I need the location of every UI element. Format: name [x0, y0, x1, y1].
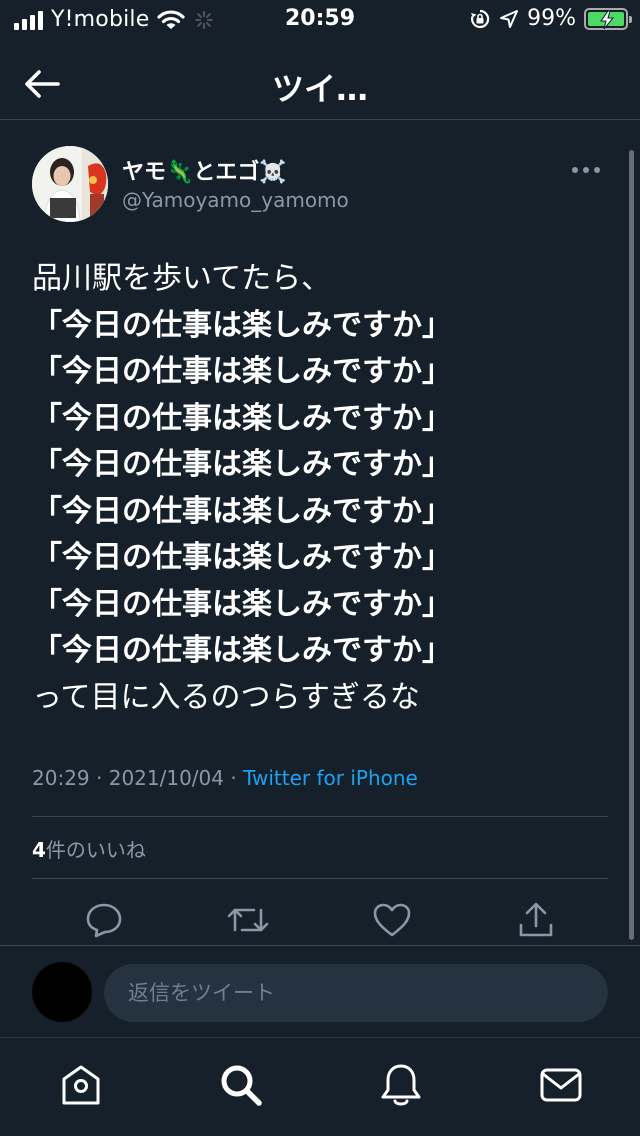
tweet-line: 「今日の仕事は楽しみですか」: [32, 307, 452, 343]
tab-bar: [0, 1040, 640, 1136]
avatar: [32, 962, 92, 1022]
tweet-meta: 20:29 · 2021/10/04 · Twitter for iPhone: [32, 766, 418, 790]
scrollbar[interactable]: [629, 150, 634, 940]
reply-icon: [86, 903, 122, 938]
tweet-line: 「今日の仕事は楽しみですか」: [32, 540, 452, 575]
tweet-actions: [0, 892, 640, 946]
tweet-time: 20:29: [32, 766, 90, 790]
tweet-detail-screen: Y!mobile 20:59 99% ツイ… ヤモ🦎とエゴ☠️ @Yamoyam…: [0, 0, 640, 1136]
tweet-line: 「今日の仕事は楽しみですか」: [32, 354, 452, 389]
reply-button[interactable]: [82, 898, 126, 942]
divider: [32, 816, 608, 817]
tweet-line: 「今日の仕事は楽しみですか」: [32, 493, 452, 529]
tab-home[interactable]: [56, 1060, 106, 1110]
meta-separator: ·: [224, 766, 244, 790]
status-right: 99%: [469, 6, 632, 31]
likes-count: 4: [32, 838, 46, 862]
status-bar: Y!mobile 20:59 99%: [0, 0, 640, 40]
page-title: ツイ…: [271, 70, 368, 108]
tweet-line: 「今日の仕事は楽しみですか」: [32, 400, 452, 436]
share-icon: [519, 902, 553, 937]
tweet-source-link[interactable]: Twitter for iPhone: [243, 766, 418, 790]
divider: [32, 878, 608, 879]
tweet-text: 品川駅を歩いてたら、 「今日の仕事は楽しみですか」 「今日の仕事は楽しみですか」…: [32, 256, 612, 721]
top-nav: ツイ…: [0, 50, 640, 120]
battery-percent: 99%: [527, 6, 576, 31]
tweet-date: 2021/10/04: [108, 766, 224, 790]
like-button[interactable]: [370, 898, 414, 942]
tab-search[interactable]: [216, 1060, 266, 1110]
tab-messages[interactable]: [536, 1060, 586, 1110]
tweet-header: ヤモ🦎とエゴ☠️ @Yamoyamo_yamomo: [32, 146, 612, 224]
more-horizontal-icon: [572, 167, 578, 173]
orientation-lock-icon: [471, 9, 490, 28]
user-handle[interactable]: @Yamoyamo_yamomo: [122, 188, 349, 212]
tab-notifications[interactable]: [376, 1060, 426, 1110]
likes-summary[interactable]: 4件のいいね: [32, 834, 146, 863]
reply-input[interactable]: [104, 964, 608, 1022]
retweet-icon: [227, 908, 269, 932]
avatar[interactable]: [32, 146, 108, 222]
retweet-button[interactable]: [226, 898, 270, 942]
likes-label: 件のいいね: [45, 838, 146, 862]
battery-charging-icon: [584, 7, 632, 30]
tweet-line: 「今日の仕事は楽しみですか」: [32, 633, 452, 668]
meta-separator: ·: [89, 766, 109, 790]
tweet-line: 品川駅を歩いてたら、: [32, 261, 332, 296]
tweet-line: 「今日の仕事は楽しみですか」: [32, 586, 452, 622]
search-icon: [221, 1065, 262, 1106]
notifications-icon: [381, 1064, 421, 1106]
messages-icon: [540, 1068, 582, 1102]
share-button[interactable]: [514, 898, 558, 942]
reply-bar: [0, 946, 640, 1038]
tweet-line: って目に入るのつらすぎるな: [32, 679, 420, 715]
home-icon: [62, 1065, 100, 1105]
like-icon: [373, 903, 411, 937]
more-options-button[interactable]: [572, 162, 606, 178]
location-arrow-icon: [500, 9, 519, 28]
tweet-line: 「今日の仕事は楽しみですか」: [32, 447, 452, 482]
display-name[interactable]: ヤモ🦎とエゴ☠️: [122, 154, 287, 186]
